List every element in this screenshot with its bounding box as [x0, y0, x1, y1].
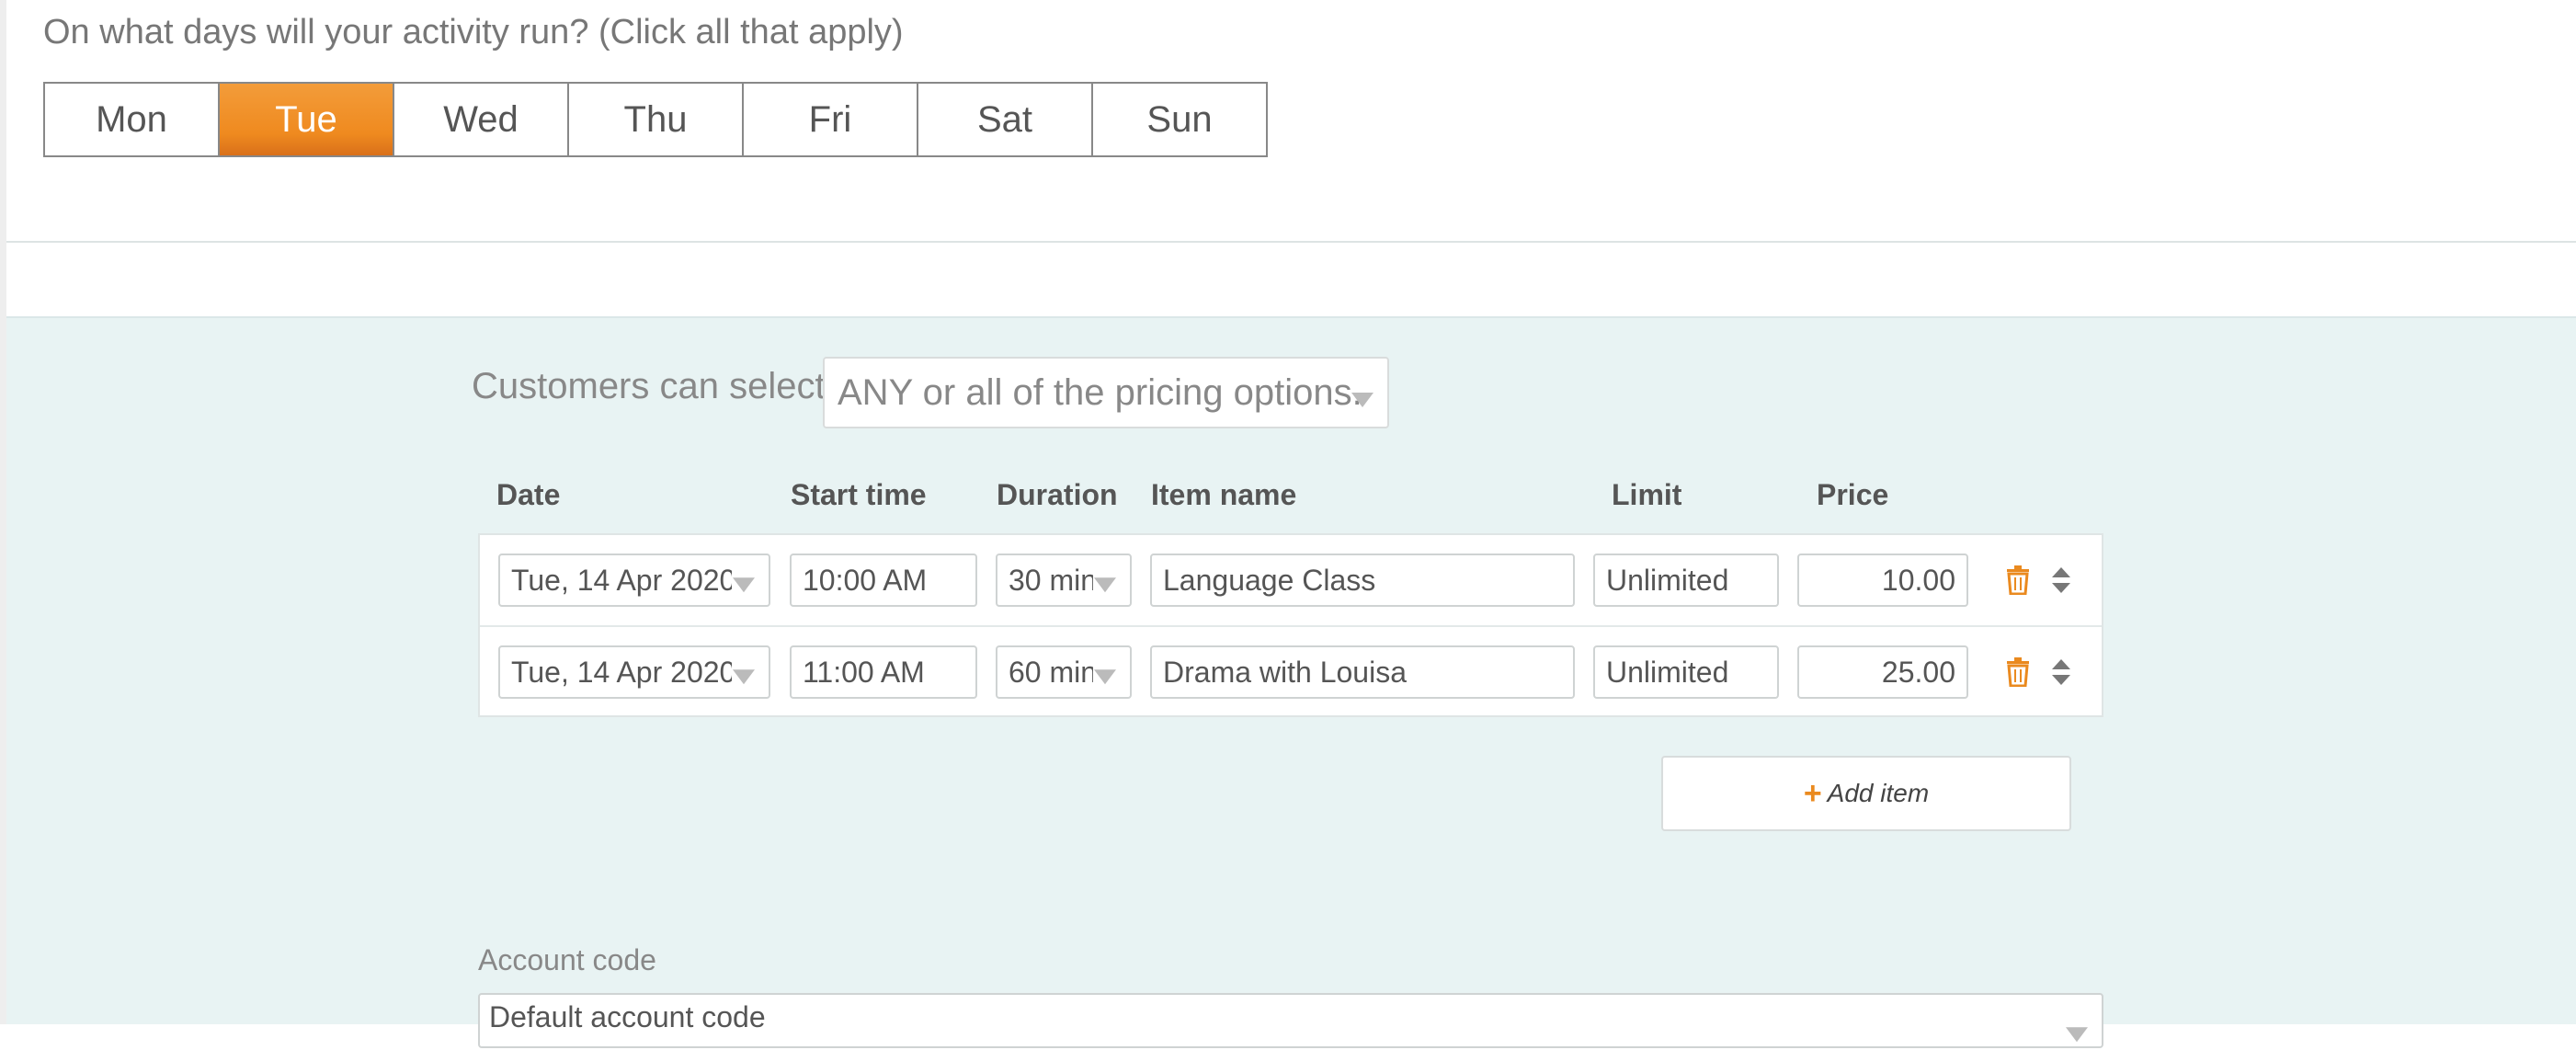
- add-item-button[interactable]: + Add item: [1661, 756, 2071, 831]
- day-selector: Mon Tue Wed Thu Fri Sat Sun: [43, 82, 1268, 157]
- price-input[interactable]: 25.00: [1797, 645, 1968, 699]
- column-header-limit: Limit: [1612, 478, 1682, 511]
- account-code-value: Default account code: [489, 1000, 766, 1033]
- account-code-select[interactable]: Default account code: [478, 993, 2103, 1048]
- column-header-price: Price: [1817, 478, 1889, 511]
- day-button-fri[interactable]: Fri: [744, 84, 918, 155]
- pricing-section: Customers can select ANY or all of the p…: [6, 318, 2576, 1048]
- limit-input[interactable]: Unlimited: [1593, 645, 1779, 699]
- chevron-down-icon: [732, 658, 756, 692]
- day-button-mon[interactable]: Mon: [45, 84, 220, 155]
- date-select[interactable]: Tue, 14 Apr 2020: [498, 645, 770, 699]
- trash-icon[interactable]: [2003, 562, 2033, 599]
- limit-input[interactable]: Unlimited: [1593, 554, 1779, 607]
- section-band: [6, 243, 2576, 318]
- add-item-label: Add item: [1827, 779, 1930, 807]
- days-section: On what days will your activity run? (Cl…: [6, 0, 2576, 241]
- days-question: On what days will your activity run? (Cl…: [43, 13, 904, 51]
- plus-icon: +: [1803, 775, 1822, 811]
- trash-icon[interactable]: [2003, 654, 2033, 690]
- start-time-input[interactable]: 10:00 AM: [790, 554, 977, 607]
- row-divider: [480, 625, 2102, 627]
- day-button-tue[interactable]: Tue: [220, 84, 394, 155]
- select-mode-dropdown[interactable]: ANY or all of the pricing options.: [823, 357, 1389, 428]
- select-mode-value: ANY or all of the pricing options.: [838, 371, 1362, 413]
- date-select[interactable]: Tue, 14 Apr 2020: [498, 554, 770, 607]
- chevron-down-icon: [1093, 658, 1117, 692]
- start-time-input[interactable]: 11:00 AM: [790, 645, 977, 699]
- column-header-item-name: Item name: [1151, 478, 1297, 511]
- pricing-table: Tue, 14 Apr 2020 10:00 AM 30 mins Langua…: [478, 533, 2103, 717]
- day-button-sat[interactable]: Sat: [918, 84, 1093, 155]
- chevron-down-icon: [2065, 1016, 2089, 1050]
- duration-select[interactable]: 30 mins: [996, 554, 1132, 607]
- select-mode-label: Customers can select: [472, 366, 826, 406]
- column-header-duration: Duration: [997, 478, 1118, 511]
- column-header-start-time: Start time: [791, 478, 927, 511]
- chevron-down-icon: [1351, 376, 1374, 417]
- sort-icon[interactable]: [2046, 562, 2076, 599]
- item-name-input[interactable]: Language Class: [1150, 554, 1575, 607]
- account-code-label: Account code: [478, 943, 656, 976]
- day-button-wed[interactable]: Wed: [394, 84, 569, 155]
- chevron-down-icon: [732, 566, 756, 600]
- item-name-input[interactable]: Drama with Louisa: [1150, 645, 1575, 699]
- column-header-date: Date: [496, 478, 561, 511]
- day-button-sun[interactable]: Sun: [1093, 84, 1266, 155]
- day-button-thu[interactable]: Thu: [569, 84, 744, 155]
- chevron-down-icon: [1093, 566, 1117, 600]
- page-left-edge: [0, 0, 6, 1024]
- duration-select[interactable]: 60 mins: [996, 645, 1132, 699]
- price-input[interactable]: 10.00: [1797, 554, 1968, 607]
- sort-icon[interactable]: [2046, 654, 2076, 690]
